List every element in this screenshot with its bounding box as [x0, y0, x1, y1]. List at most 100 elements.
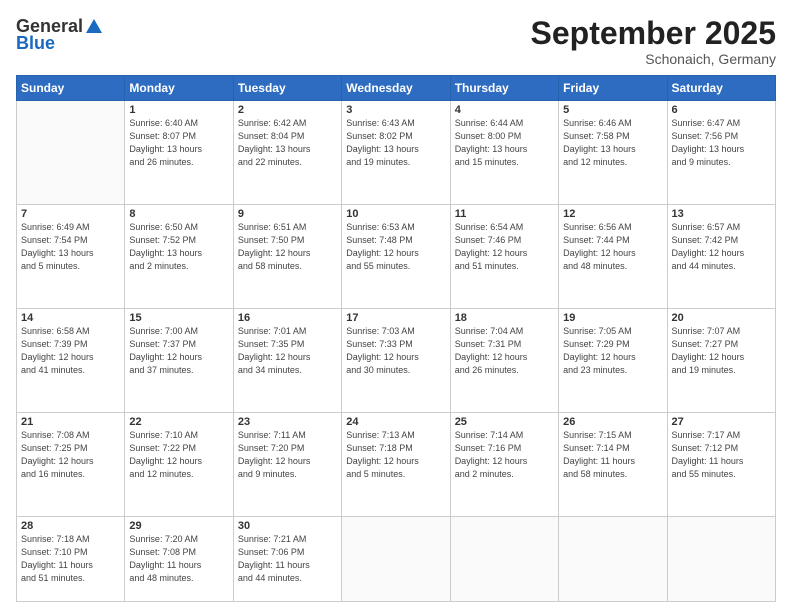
location: Schonaich, Germany [531, 51, 776, 67]
day-info: Sunrise: 6:57 AM Sunset: 7:42 PM Dayligh… [672, 221, 771, 273]
calendar-week-3: 14Sunrise: 6:58 AM Sunset: 7:39 PM Dayli… [17, 308, 776, 412]
weekday-header-thursday: Thursday [450, 76, 558, 101]
calendar-cell: 6Sunrise: 6:47 AM Sunset: 7:56 PM Daylig… [667, 101, 775, 205]
day-number: 10 [346, 208, 445, 220]
weekday-header-saturday: Saturday [667, 76, 775, 101]
calendar-table: SundayMondayTuesdayWednesdayThursdayFrid… [16, 75, 776, 602]
day-number: 21 [21, 416, 120, 428]
day-info: Sunrise: 6:58 AM Sunset: 7:39 PM Dayligh… [21, 325, 120, 377]
day-info: Sunrise: 7:20 AM Sunset: 7:08 PM Dayligh… [129, 533, 228, 585]
calendar-cell: 28Sunrise: 7:18 AM Sunset: 7:10 PM Dayli… [17, 516, 125, 601]
day-info: Sunrise: 7:07 AM Sunset: 7:27 PM Dayligh… [672, 325, 771, 377]
day-number: 29 [129, 520, 228, 532]
calendar-week-2: 7Sunrise: 6:49 AM Sunset: 7:54 PM Daylig… [17, 205, 776, 309]
day-number: 26 [563, 416, 662, 428]
day-number: 4 [455, 104, 554, 116]
day-info: Sunrise: 7:10 AM Sunset: 7:22 PM Dayligh… [129, 429, 228, 481]
day-info: Sunrise: 7:04 AM Sunset: 7:31 PM Dayligh… [455, 325, 554, 377]
day-info: Sunrise: 7:05 AM Sunset: 7:29 PM Dayligh… [563, 325, 662, 377]
day-number: 16 [238, 312, 337, 324]
day-number: 3 [346, 104, 445, 116]
calendar-cell [667, 516, 775, 601]
calendar-cell: 30Sunrise: 7:21 AM Sunset: 7:06 PM Dayli… [233, 516, 341, 601]
day-info: Sunrise: 6:43 AM Sunset: 8:02 PM Dayligh… [346, 117, 445, 169]
day-info: Sunrise: 7:08 AM Sunset: 7:25 PM Dayligh… [21, 429, 120, 481]
calendar-cell: 12Sunrise: 6:56 AM Sunset: 7:44 PM Dayli… [559, 205, 667, 309]
day-number: 28 [21, 520, 120, 532]
logo: General Blue [16, 16, 104, 54]
day-info: Sunrise: 7:18 AM Sunset: 7:10 PM Dayligh… [21, 533, 120, 585]
weekday-header-wednesday: Wednesday [342, 76, 450, 101]
day-number: 8 [129, 208, 228, 220]
day-info: Sunrise: 7:11 AM Sunset: 7:20 PM Dayligh… [238, 429, 337, 481]
calendar-cell [17, 101, 125, 205]
calendar-cell: 22Sunrise: 7:10 AM Sunset: 7:22 PM Dayli… [125, 412, 233, 516]
day-info: Sunrise: 7:15 AM Sunset: 7:14 PM Dayligh… [563, 429, 662, 481]
day-number: 25 [455, 416, 554, 428]
day-info: Sunrise: 6:46 AM Sunset: 7:58 PM Dayligh… [563, 117, 662, 169]
calendar-cell: 26Sunrise: 7:15 AM Sunset: 7:14 PM Dayli… [559, 412, 667, 516]
day-info: Sunrise: 6:56 AM Sunset: 7:44 PM Dayligh… [563, 221, 662, 273]
calendar-cell: 19Sunrise: 7:05 AM Sunset: 7:29 PM Dayli… [559, 308, 667, 412]
calendar-cell: 3Sunrise: 6:43 AM Sunset: 8:02 PM Daylig… [342, 101, 450, 205]
day-number: 24 [346, 416, 445, 428]
day-number: 1 [129, 104, 228, 116]
calendar-cell: 24Sunrise: 7:13 AM Sunset: 7:18 PM Dayli… [342, 412, 450, 516]
day-info: Sunrise: 7:21 AM Sunset: 7:06 PM Dayligh… [238, 533, 337, 585]
day-info: Sunrise: 7:01 AM Sunset: 7:35 PM Dayligh… [238, 325, 337, 377]
day-number: 23 [238, 416, 337, 428]
day-number: 5 [563, 104, 662, 116]
logo-triangle-icon [84, 17, 104, 37]
day-number: 15 [129, 312, 228, 324]
day-number: 7 [21, 208, 120, 220]
day-number: 18 [455, 312, 554, 324]
calendar-week-1: 1Sunrise: 6:40 AM Sunset: 8:07 PM Daylig… [17, 101, 776, 205]
day-number: 20 [672, 312, 771, 324]
day-number: 2 [238, 104, 337, 116]
day-info: Sunrise: 6:50 AM Sunset: 7:52 PM Dayligh… [129, 221, 228, 273]
day-number: 12 [563, 208, 662, 220]
day-info: Sunrise: 6:47 AM Sunset: 7:56 PM Dayligh… [672, 117, 771, 169]
day-number: 19 [563, 312, 662, 324]
calendar-cell [559, 516, 667, 601]
calendar-week-5: 28Sunrise: 7:18 AM Sunset: 7:10 PM Dayli… [17, 516, 776, 601]
calendar-cell: 8Sunrise: 6:50 AM Sunset: 7:52 PM Daylig… [125, 205, 233, 309]
calendar-cell: 10Sunrise: 6:53 AM Sunset: 7:48 PM Dayli… [342, 205, 450, 309]
calendar-cell [342, 516, 450, 601]
calendar-cell: 13Sunrise: 6:57 AM Sunset: 7:42 PM Dayli… [667, 205, 775, 309]
day-number: 6 [672, 104, 771, 116]
header: General Blue September 2025 Schonaich, G… [16, 16, 776, 67]
day-number: 11 [455, 208, 554, 220]
day-info: Sunrise: 6:44 AM Sunset: 8:00 PM Dayligh… [455, 117, 554, 169]
logo-blue-text: Blue [16, 33, 55, 54]
day-number: 22 [129, 416, 228, 428]
calendar-cell: 17Sunrise: 7:03 AM Sunset: 7:33 PM Dayli… [342, 308, 450, 412]
weekday-header-monday: Monday [125, 76, 233, 101]
calendar-cell: 27Sunrise: 7:17 AM Sunset: 7:12 PM Dayli… [667, 412, 775, 516]
weekday-header-sunday: Sunday [17, 76, 125, 101]
day-number: 13 [672, 208, 771, 220]
calendar-cell: 20Sunrise: 7:07 AM Sunset: 7:27 PM Dayli… [667, 308, 775, 412]
calendar-cell: 5Sunrise: 6:46 AM Sunset: 7:58 PM Daylig… [559, 101, 667, 205]
calendar-cell: 7Sunrise: 6:49 AM Sunset: 7:54 PM Daylig… [17, 205, 125, 309]
day-number: 9 [238, 208, 337, 220]
page: General Blue September 2025 Schonaich, G… [0, 0, 792, 612]
calendar-week-4: 21Sunrise: 7:08 AM Sunset: 7:25 PM Dayli… [17, 412, 776, 516]
title-block: September 2025 Schonaich, Germany [531, 16, 776, 67]
month-title: September 2025 [531, 16, 776, 51]
day-info: Sunrise: 7:03 AM Sunset: 7:33 PM Dayligh… [346, 325, 445, 377]
day-info: Sunrise: 6:53 AM Sunset: 7:48 PM Dayligh… [346, 221, 445, 273]
day-info: Sunrise: 7:17 AM Sunset: 7:12 PM Dayligh… [672, 429, 771, 481]
weekday-header-friday: Friday [559, 76, 667, 101]
calendar-cell: 29Sunrise: 7:20 AM Sunset: 7:08 PM Dayli… [125, 516, 233, 601]
calendar-cell: 15Sunrise: 7:00 AM Sunset: 7:37 PM Dayli… [125, 308, 233, 412]
day-info: Sunrise: 7:13 AM Sunset: 7:18 PM Dayligh… [346, 429, 445, 481]
day-info: Sunrise: 6:49 AM Sunset: 7:54 PM Dayligh… [21, 221, 120, 273]
calendar-cell: 2Sunrise: 6:42 AM Sunset: 8:04 PM Daylig… [233, 101, 341, 205]
day-info: Sunrise: 6:42 AM Sunset: 8:04 PM Dayligh… [238, 117, 337, 169]
day-number: 30 [238, 520, 337, 532]
day-info: Sunrise: 6:40 AM Sunset: 8:07 PM Dayligh… [129, 117, 228, 169]
calendar-cell: 18Sunrise: 7:04 AM Sunset: 7:31 PM Dayli… [450, 308, 558, 412]
day-info: Sunrise: 7:14 AM Sunset: 7:16 PM Dayligh… [455, 429, 554, 481]
calendar-cell: 16Sunrise: 7:01 AM Sunset: 7:35 PM Dayli… [233, 308, 341, 412]
